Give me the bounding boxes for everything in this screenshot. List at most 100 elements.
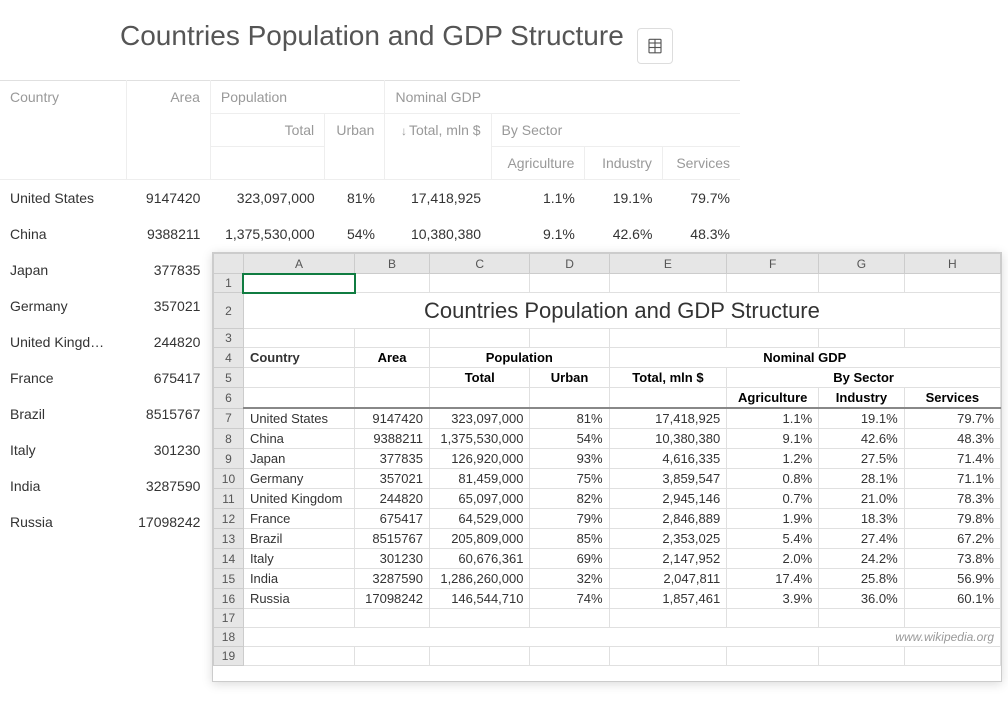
cell-area[interactable]: 675417 xyxy=(126,360,210,396)
cell[interactable] xyxy=(243,368,354,388)
cell[interactable]: 48.3% xyxy=(904,429,1000,449)
row-head[interactable]: 1 xyxy=(214,274,244,293)
cell[interactable]: 10,380,380 xyxy=(609,429,727,449)
cell[interactable] xyxy=(355,609,430,628)
cell[interactable]: Russia xyxy=(243,589,354,609)
cell[interactable]: 1.1% xyxy=(727,408,819,429)
cell[interactable]: 79% xyxy=(530,509,609,529)
cell-gdp[interactable]: 17,418,925 xyxy=(385,180,491,217)
cell[interactable]: 82% xyxy=(530,489,609,509)
row-head[interactable]: 11 xyxy=(214,489,244,509)
cell-country[interactable]: Brazil xyxy=(0,396,126,432)
col-gdp-total[interactable]: ↓Total, mln $ xyxy=(385,114,491,180)
row-head[interactable]: 17 xyxy=(214,609,244,628)
cell[interactable]: 60,676,361 xyxy=(429,549,530,569)
cell[interactable] xyxy=(904,609,1000,628)
cell[interactable]: 301230 xyxy=(355,549,430,569)
cell[interactable]: 0.8% xyxy=(727,469,819,489)
cell[interactable]: Total xyxy=(429,368,530,388)
cell[interactable]: 93% xyxy=(530,449,609,469)
cell[interactable] xyxy=(609,329,727,348)
source-cell[interactable]: www.wikipedia.org xyxy=(243,628,1000,647)
cell[interactable]: Services xyxy=(904,388,1000,409)
row-head[interactable]: 10 xyxy=(214,469,244,489)
cell[interactable]: United States xyxy=(243,408,354,429)
cell[interactable]: 24.2% xyxy=(819,549,905,569)
cell-area[interactable]: 244820 xyxy=(126,324,210,360)
cell[interactable]: Italy xyxy=(243,549,354,569)
cell[interactable]: 54% xyxy=(530,429,609,449)
cell[interactable]: 17,418,925 xyxy=(609,408,727,429)
cell[interactable]: Area xyxy=(355,348,430,368)
cell[interactable]: Total, mln $ xyxy=(609,368,727,388)
col-head-D[interactable]: D xyxy=(530,254,609,274)
cell-ind[interactable]: 19.1% xyxy=(585,180,663,217)
cell-country[interactable]: France xyxy=(0,360,126,396)
cell[interactable]: Urban xyxy=(530,368,609,388)
cell[interactable]: 81,459,000 xyxy=(429,469,530,489)
cell[interactable]: 1,286,260,000 xyxy=(429,569,530,589)
cell[interactable]: Industry xyxy=(819,388,905,409)
col-gdp-sector[interactable]: By Sector xyxy=(491,114,740,147)
cell[interactable]: 85% xyxy=(530,529,609,549)
cell[interactable]: 74% xyxy=(530,589,609,609)
col-head-B[interactable]: B xyxy=(355,254,430,274)
cell[interactable] xyxy=(819,274,905,293)
cell-urban[interactable]: 81% xyxy=(325,180,385,217)
cell-area[interactable]: 357021 xyxy=(126,288,210,324)
cell[interactable]: 28.1% xyxy=(819,469,905,489)
cell-area[interactable]: 9388211 xyxy=(126,216,210,252)
cell[interactable] xyxy=(429,274,530,293)
cell[interactable]: 73.8% xyxy=(904,549,1000,569)
cell[interactable]: 2,047,811 xyxy=(609,569,727,589)
cell[interactable]: 323,097,000 xyxy=(429,408,530,429)
cell-country[interactable]: India xyxy=(0,468,126,504)
cell[interactable]: 5.4% xyxy=(727,529,819,549)
row-head[interactable]: 8 xyxy=(214,429,244,449)
cell[interactable]: 36.0% xyxy=(819,589,905,609)
cell[interactable] xyxy=(429,647,530,666)
cell-area[interactable]: 17098242 xyxy=(126,504,210,540)
cell[interactable]: Population xyxy=(429,348,609,368)
cell-country[interactable]: Japan xyxy=(0,252,126,288)
cell[interactable]: 32% xyxy=(530,569,609,589)
cell[interactable]: 64,529,000 xyxy=(429,509,530,529)
cell[interactable]: By Sector xyxy=(727,368,1001,388)
col-country[interactable]: Country xyxy=(0,81,126,180)
col-pop-urban[interactable]: Urban xyxy=(325,114,385,180)
cell[interactable]: 25.8% xyxy=(819,569,905,589)
cell[interactable]: 79.8% xyxy=(904,509,1000,529)
cell[interactable]: 27.5% xyxy=(819,449,905,469)
cell[interactable]: 146,544,710 xyxy=(429,589,530,609)
cell[interactable] xyxy=(243,609,354,628)
row-head[interactable]: 19 xyxy=(214,647,244,666)
cell[interactable] xyxy=(727,274,819,293)
cell[interactable]: 9388211 xyxy=(355,429,430,449)
cell[interactable] xyxy=(429,329,530,348)
cell[interactable] xyxy=(355,368,430,388)
cell[interactable]: 42.6% xyxy=(819,429,905,449)
cell-area[interactable]: 9147420 xyxy=(126,180,210,217)
cell-srv[interactable]: 48.3% xyxy=(662,216,740,252)
cell[interactable]: 2.0% xyxy=(727,549,819,569)
cell[interactable]: 357021 xyxy=(355,469,430,489)
col-area[interactable]: Area xyxy=(126,81,210,180)
cell[interactable] xyxy=(530,647,609,666)
cell[interactable] xyxy=(819,329,905,348)
col-gdp[interactable]: Nominal GDP xyxy=(385,81,740,114)
spreadsheet-grid[interactable]: A B C D E F G H 12Countries Population a… xyxy=(213,253,1001,666)
cell[interactable] xyxy=(355,329,430,348)
cell[interactable]: 56.9% xyxy=(904,569,1000,589)
cell-urban[interactable]: 54% xyxy=(325,216,385,252)
cell[interactable]: 1,857,461 xyxy=(609,589,727,609)
col-population[interactable]: Population xyxy=(210,81,385,114)
cell[interactable]: 69% xyxy=(530,549,609,569)
row-head[interactable]: 3 xyxy=(214,329,244,348)
cell[interactable] xyxy=(609,274,727,293)
cell-area[interactable]: 8515767 xyxy=(126,396,210,432)
cell[interactable]: 3.9% xyxy=(727,589,819,609)
cell-country[interactable]: Germany xyxy=(0,288,126,324)
cell[interactable]: 21.0% xyxy=(819,489,905,509)
cell[interactable]: 1,375,530,000 xyxy=(429,429,530,449)
sheet-title[interactable]: Countries Population and GDP Structure xyxy=(243,293,1000,329)
